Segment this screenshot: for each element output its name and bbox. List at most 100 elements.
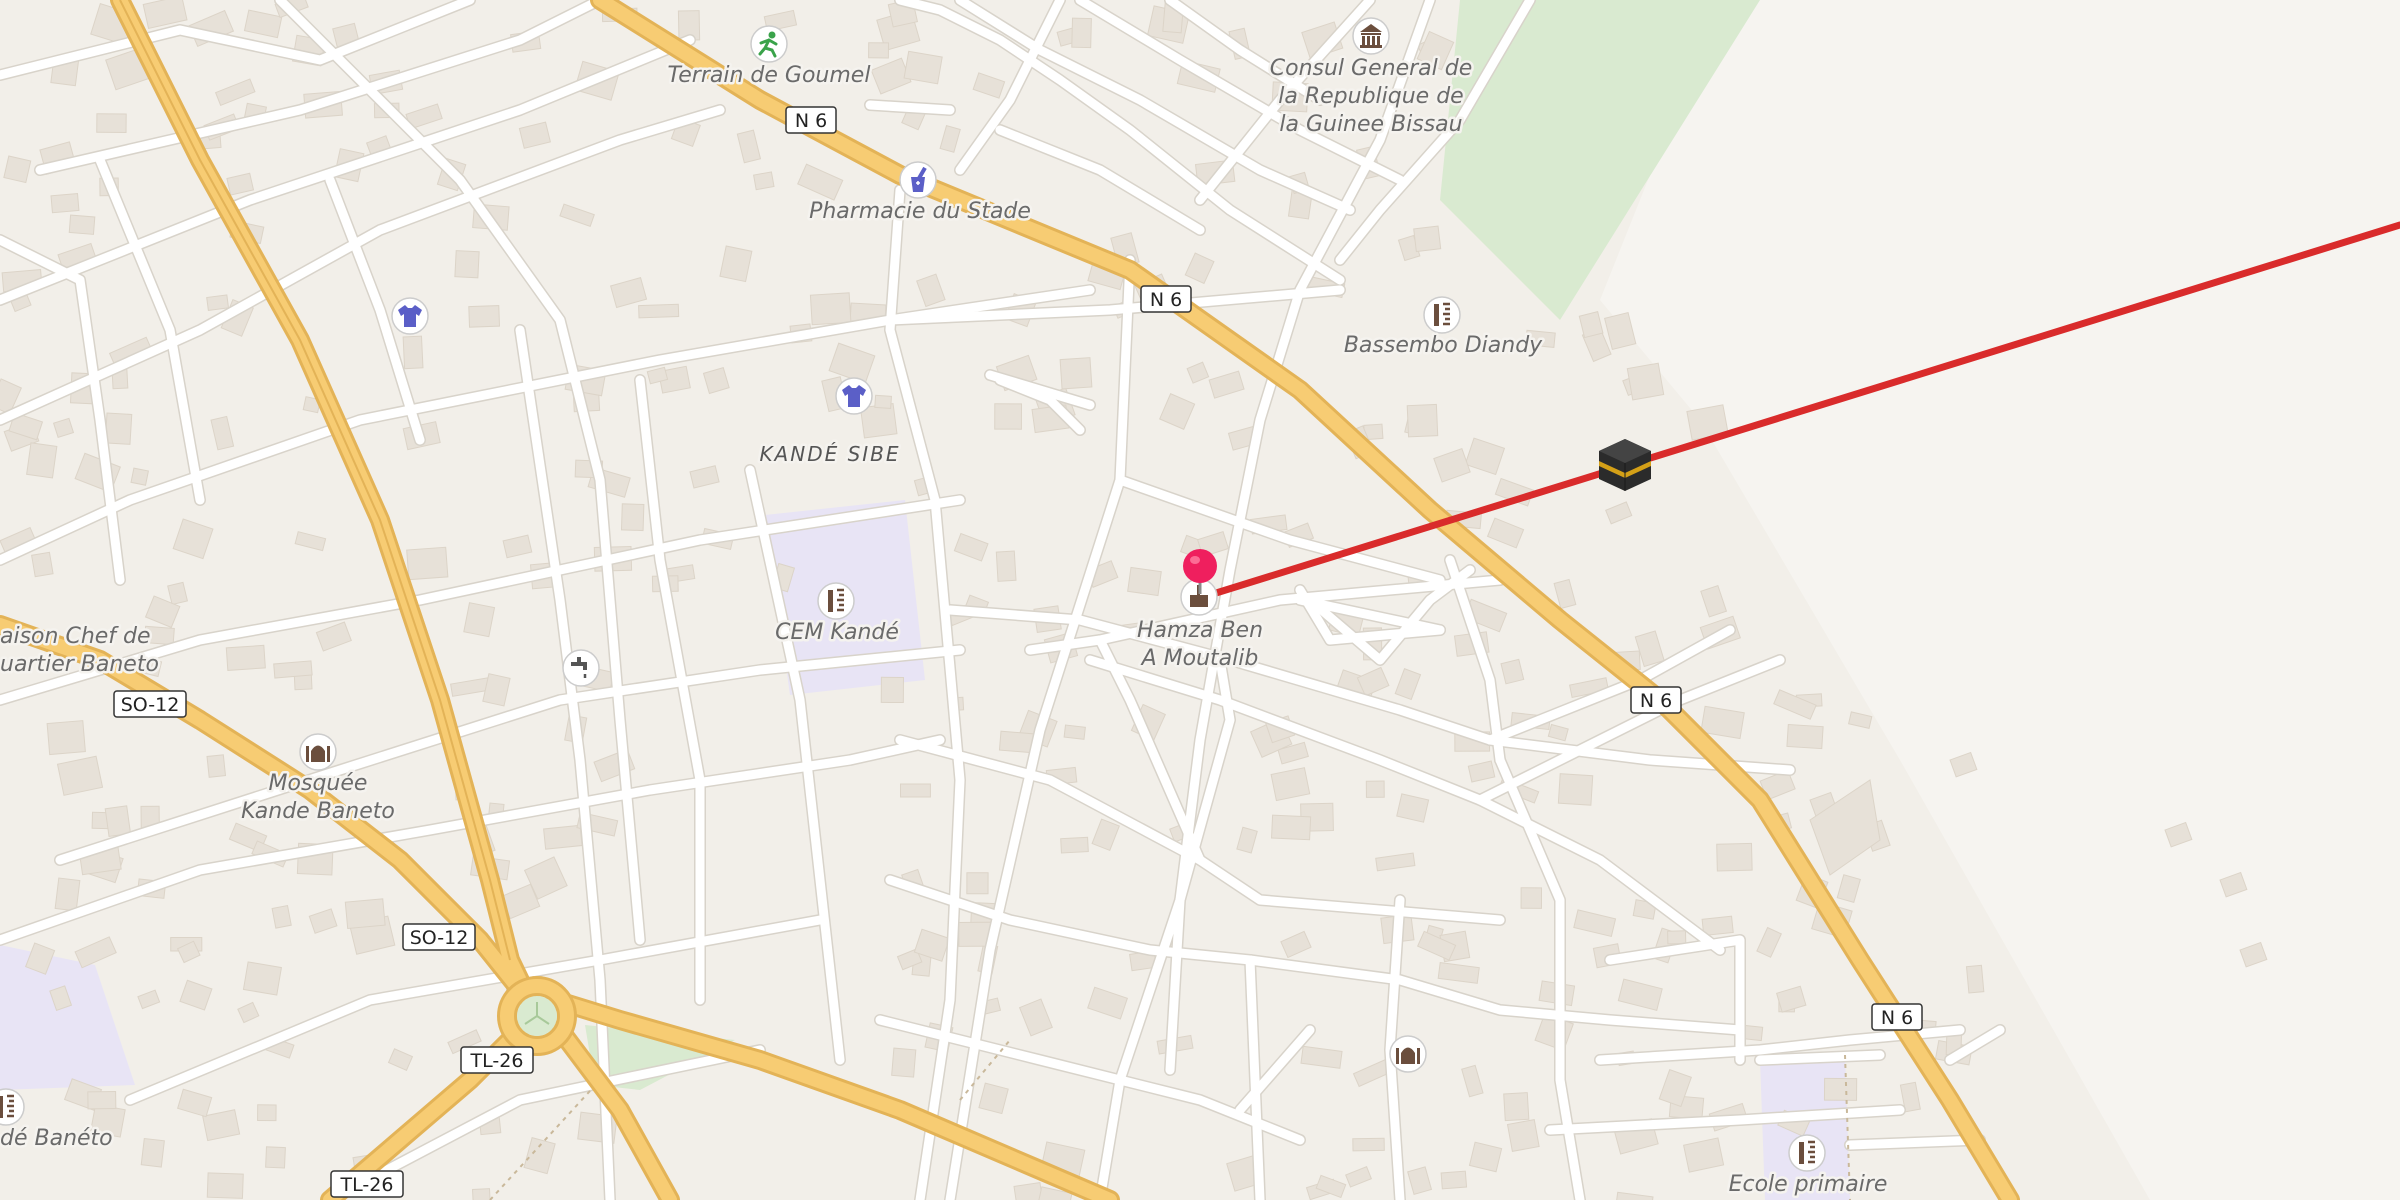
building xyxy=(31,551,54,578)
building xyxy=(206,294,230,311)
building xyxy=(1352,1137,1385,1152)
building xyxy=(104,412,133,445)
building xyxy=(1965,964,1985,994)
building xyxy=(1520,887,1543,909)
building xyxy=(96,113,127,134)
label-maison-line1: aison Chef de xyxy=(0,624,151,649)
route-shield-tl26-a: TL-26 xyxy=(460,1046,534,1074)
label-hamza-line2: A Moutalib xyxy=(1140,646,1259,671)
clothes-shop-icon[interactable] xyxy=(391,297,429,335)
label-consul-line2: la Republique de xyxy=(1278,84,1463,109)
label-kande-baneto: dé Banéto xyxy=(0,1126,113,1151)
building xyxy=(140,1137,165,1168)
building xyxy=(265,1146,286,1169)
svg-text:SO-12: SO-12 xyxy=(410,927,469,949)
building xyxy=(1626,362,1665,401)
building xyxy=(1503,1092,1530,1122)
label-kande-sibe: KANDÉ SIBE xyxy=(759,442,900,466)
label-consul-line3: la Guinee Bissau xyxy=(1279,112,1462,137)
building xyxy=(406,546,449,581)
clothes-shop-icon[interactable] xyxy=(835,377,873,415)
building xyxy=(966,872,989,895)
building xyxy=(1413,225,1442,253)
building xyxy=(719,245,753,283)
building xyxy=(273,660,313,679)
route-shield-n6-a: N 6 xyxy=(785,106,837,134)
sports-pitch-icon[interactable] xyxy=(750,25,788,63)
svg-text:N 6: N 6 xyxy=(795,110,827,132)
label-mosquee-line2: Kande Baneto xyxy=(241,799,395,824)
building xyxy=(242,961,283,996)
mosque-icon[interactable] xyxy=(299,733,337,771)
label-terrain-goumel: Terrain de Goumel xyxy=(668,63,871,88)
building xyxy=(402,335,424,370)
building xyxy=(50,192,80,214)
building xyxy=(257,1104,277,1122)
roundabout xyxy=(497,976,577,1056)
school-icon[interactable] xyxy=(1423,296,1461,334)
building xyxy=(880,676,905,704)
building xyxy=(899,783,931,798)
building xyxy=(206,1172,244,1199)
building xyxy=(463,602,496,638)
building xyxy=(868,42,890,59)
label-hamza-line1: Hamza Ben xyxy=(1137,618,1263,643)
school-icon[interactable] xyxy=(817,582,855,620)
route-shield-so12-a: SO-12 xyxy=(113,690,187,718)
route-shield-tl26-b: TL-26 xyxy=(330,1170,404,1198)
label-mosquee-line1: Mosquée xyxy=(269,771,368,796)
pharmacy-icon[interactable] xyxy=(899,161,937,199)
building xyxy=(543,824,583,850)
building xyxy=(1786,723,1824,750)
building xyxy=(54,877,81,912)
building xyxy=(46,720,86,756)
building xyxy=(874,394,892,409)
building xyxy=(1823,1077,1858,1101)
building xyxy=(104,805,132,837)
building xyxy=(1071,17,1092,49)
label-maison-line2: uartier Baneto xyxy=(0,652,159,677)
school-icon[interactable] xyxy=(1788,1134,1826,1172)
embassy-icon[interactable] xyxy=(1352,17,1390,55)
building xyxy=(620,503,645,532)
building xyxy=(1059,357,1093,390)
building xyxy=(1716,842,1753,872)
map-canvas[interactable]: N 6 N 6 N 6 N 6 SO-12 SO-12 TL-26 TL-26 xyxy=(0,0,2400,1200)
building xyxy=(68,214,96,235)
label-bassembo-diandy: Bassembo Diandy xyxy=(1344,333,1543,358)
label-pharmacie-du-stade: Pharmacie du Stade xyxy=(809,199,1031,224)
building xyxy=(1063,724,1086,740)
label-cem-kande: CEM Kandé xyxy=(775,620,899,645)
svg-text:N 6: N 6 xyxy=(1881,1007,1913,1029)
building xyxy=(1127,566,1162,597)
building xyxy=(130,467,149,486)
svg-text:TL-26: TL-26 xyxy=(340,1174,394,1196)
mosque-icon[interactable] xyxy=(1389,1035,1427,1073)
water-tap-icon[interactable] xyxy=(562,649,600,687)
building xyxy=(3,155,32,184)
building xyxy=(271,904,292,929)
building xyxy=(638,303,680,319)
building xyxy=(1557,773,1594,806)
building xyxy=(994,403,1023,430)
route-shield-so12-b: SO-12 xyxy=(402,923,476,951)
building xyxy=(1406,403,1439,438)
building xyxy=(1440,1170,1468,1190)
label-consul-line1: Consul General de xyxy=(1270,56,1472,81)
building xyxy=(1667,930,1687,945)
svg-text:N 6: N 6 xyxy=(1150,289,1182,311)
route-shield-n6-b: N 6 xyxy=(1140,285,1192,313)
building xyxy=(1060,836,1089,854)
svg-text:TL-26: TL-26 xyxy=(470,1050,524,1072)
building xyxy=(344,898,386,930)
building xyxy=(87,1090,117,1110)
building xyxy=(1365,780,1385,798)
building xyxy=(1506,1119,1540,1152)
route-shield-n6-c: N 6 xyxy=(1630,686,1682,714)
building xyxy=(995,550,1017,582)
svg-text:SO-12: SO-12 xyxy=(121,694,180,716)
building xyxy=(1270,814,1312,841)
building xyxy=(468,305,501,328)
building xyxy=(454,250,480,279)
building xyxy=(471,1188,492,1200)
